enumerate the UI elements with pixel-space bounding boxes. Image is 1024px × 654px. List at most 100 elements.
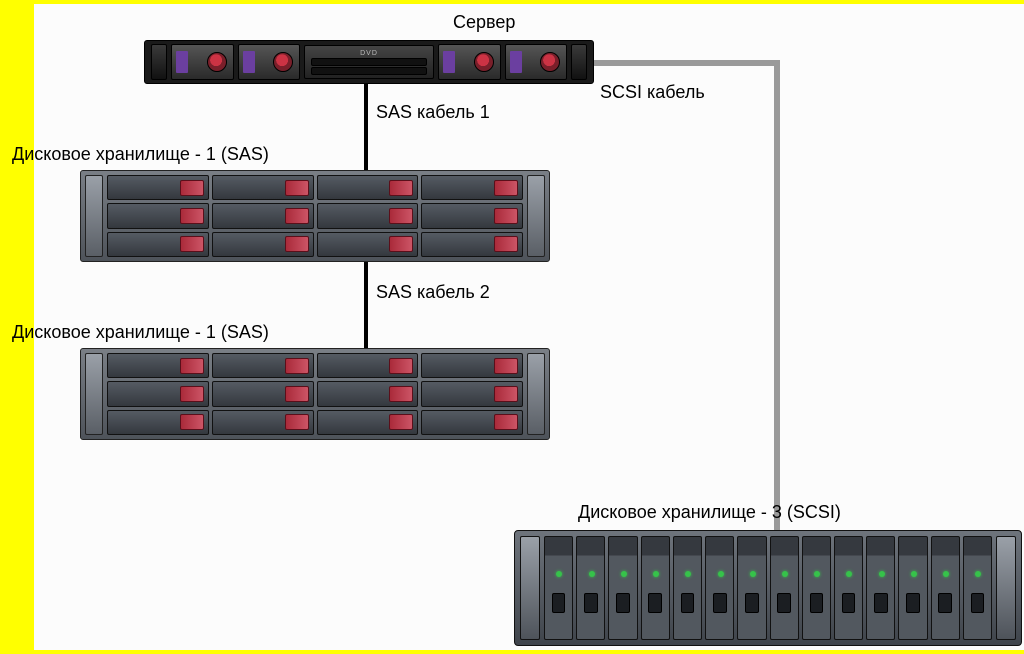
- drive-platter-icon: [474, 52, 494, 72]
- scsi-cable-label: SCSI кабель: [600, 82, 705, 103]
- drive-handle-icon: [389, 414, 413, 430]
- sas-drive: [421, 232, 523, 257]
- rack-ear-icon: [996, 536, 1016, 640]
- scsi-drive: [673, 536, 702, 640]
- scsi-cable-seg-top: [594, 60, 780, 66]
- sas-drive: [421, 381, 523, 406]
- drive-handle-icon: [285, 414, 309, 430]
- sas-drive: [107, 410, 209, 435]
- sas-shelf-1: [80, 170, 550, 262]
- sas-drive: [212, 203, 314, 228]
- drive-handle-icon: [285, 358, 309, 374]
- rack-ear-icon: [85, 175, 103, 257]
- drive-handle-icon: [389, 358, 413, 374]
- sas-drive: [421, 410, 523, 435]
- rack-ear-icon: [85, 353, 103, 435]
- optical-slot-icon: [311, 58, 427, 66]
- rack-ear-icon: [571, 44, 587, 80]
- scsi-drive: [770, 536, 799, 640]
- drive-handle-icon: [285, 236, 309, 252]
- sas-shelf-2-grid: [107, 353, 523, 435]
- sas-drive: [317, 203, 419, 228]
- server-title-label: Сервер: [453, 12, 515, 33]
- scsi-drive: [641, 536, 670, 640]
- server-drive-bay: [238, 44, 301, 80]
- scsi-drive: [898, 536, 927, 640]
- server-drive-bay: [171, 44, 234, 80]
- scsi-drive: [834, 536, 863, 640]
- sas-drive: [107, 381, 209, 406]
- scsi-cable-seg-vert: [774, 60, 780, 536]
- sas-drive: [317, 232, 419, 257]
- sas-shelf-1-label: Дисковое хранилище - 1 (SAS): [12, 144, 269, 165]
- sas-cable-1: [364, 84, 368, 172]
- sas-shelf-2-label: Дисковое хранилище - 1 (SAS): [12, 322, 269, 343]
- drive-handle-icon: [494, 236, 518, 252]
- rack-ear-icon: [520, 536, 540, 640]
- drive-handle-icon: [494, 208, 518, 224]
- sas-drive: [212, 410, 314, 435]
- drive-handle-icon: [389, 180, 413, 196]
- drive-handle-icon: [389, 208, 413, 224]
- scsi-drive: [737, 536, 766, 640]
- scsi-drive: [931, 536, 960, 640]
- sas-drive: [212, 175, 314, 200]
- rack-ear-icon: [527, 175, 545, 257]
- drive-platter-icon: [207, 52, 227, 72]
- scsi-shelf-label: Дисковое хранилище - 3 (SCSI): [578, 502, 841, 523]
- sas-drive: [421, 353, 523, 378]
- drive-handle-icon: [494, 386, 518, 402]
- drive-handle-icon: [180, 236, 204, 252]
- sas-drive: [317, 410, 419, 435]
- drive-handle-icon: [494, 414, 518, 430]
- sas-drive: [317, 175, 419, 200]
- scsi-drive: [576, 536, 605, 640]
- drive-handle-icon: [389, 386, 413, 402]
- rack-ear-icon: [151, 44, 167, 80]
- sas-drive: [212, 381, 314, 406]
- scsi-drive: [608, 536, 637, 640]
- server-1u: DVD: [144, 40, 594, 84]
- sas-shelf-2: [80, 348, 550, 440]
- sas-drive: [421, 203, 523, 228]
- drive-handle-icon: [285, 386, 309, 402]
- diagram-canvas: Сервер SCSI кабель SAS кабель 1 Дисковое…: [0, 0, 1024, 654]
- sas-drive: [317, 353, 419, 378]
- drive-handle-icon: [285, 208, 309, 224]
- sas-drive: [212, 353, 314, 378]
- sas-drive: [212, 232, 314, 257]
- sas-drive: [107, 175, 209, 200]
- sas-cable-2: [364, 262, 368, 350]
- drive-handle-icon: [389, 236, 413, 252]
- drive-handle-icon: [180, 414, 204, 430]
- drive-handle-icon: [180, 358, 204, 374]
- server-drive-bay: [505, 44, 568, 80]
- drive-handle-icon: [494, 358, 518, 374]
- server-optical-panel: DVD: [304, 45, 434, 79]
- rack-ear-icon: [527, 353, 545, 435]
- drive-platter-icon: [273, 52, 293, 72]
- scsi-shelf: [514, 530, 1022, 646]
- scsi-drive-slots: [544, 536, 992, 640]
- server-drive-bay: [438, 44, 501, 80]
- sas-drive: [107, 353, 209, 378]
- drive-platter-icon: [540, 52, 560, 72]
- sas-drive: [421, 175, 523, 200]
- sas-cable-2-label: SAS кабель 2: [376, 282, 490, 303]
- drive-handle-icon: [180, 180, 204, 196]
- scsi-drive: [705, 536, 734, 640]
- dvd-label: DVD: [311, 50, 427, 57]
- scsi-drive: [544, 536, 573, 640]
- scsi-drive: [866, 536, 895, 640]
- sas-drive: [107, 203, 209, 228]
- sas-shelf-1-grid: [107, 175, 523, 257]
- sas-cable-1-label: SAS кабель 1: [376, 102, 490, 123]
- optical-slot-icon: [311, 67, 427, 75]
- scsi-drive: [802, 536, 831, 640]
- drive-handle-icon: [180, 386, 204, 402]
- drive-handle-icon: [180, 208, 204, 224]
- sas-drive: [317, 381, 419, 406]
- scsi-drive: [963, 536, 992, 640]
- drive-handle-icon: [285, 180, 309, 196]
- sas-drive: [107, 232, 209, 257]
